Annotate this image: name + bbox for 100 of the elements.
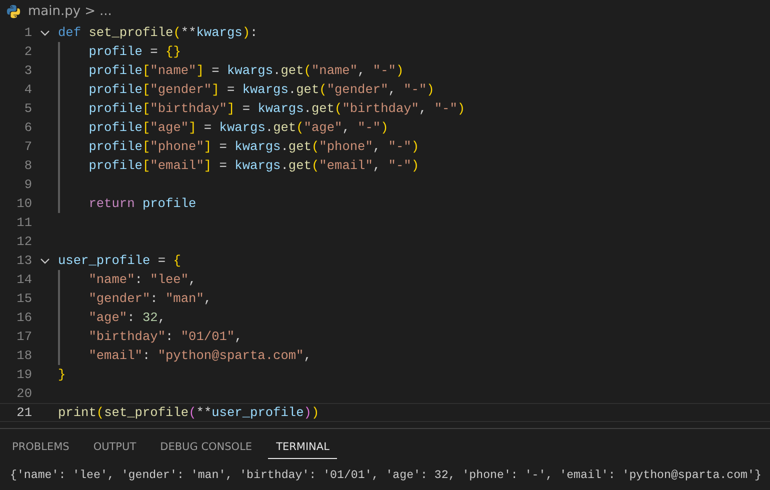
line-number: 1 <box>23 25 32 40</box>
operator: : <box>250 25 258 40</box>
operator: , <box>358 63 366 78</box>
operator: , <box>234 329 242 344</box>
chevron-icon[interactable] <box>40 28 50 38</box>
bracket: ) <box>311 405 320 420</box>
line-number: 8 <box>23 158 32 173</box>
string-literal: "email" <box>88 348 142 363</box>
keyword: return <box>88 196 135 211</box>
operator: : <box>127 310 136 325</box>
variable-name: profile <box>88 101 142 116</box>
variable-name: profile <box>142 196 196 211</box>
bracket: ) <box>380 120 388 135</box>
chevron-icon[interactable] <box>40 256 50 266</box>
operator: , <box>372 139 382 154</box>
bracket: [ <box>142 82 150 97</box>
line-number: 10 <box>16 196 32 211</box>
operator: , <box>158 310 166 325</box>
bracket: ) <box>304 405 312 420</box>
variable-name: kwargs <box>219 120 266 135</box>
line-number: 6 <box>23 120 32 135</box>
line-number: 9 <box>23 177 32 192</box>
bracket: ( <box>173 25 181 40</box>
file-breadcrumb[interactable]: main.py <box>28 4 81 18</box>
breadcrumb-separator: > <box>84 4 96 18</box>
function-name: get <box>288 158 312 173</box>
operator: . <box>288 82 296 97</box>
bracket: {} <box>166 44 181 59</box>
string-literal: "email" <box>150 158 204 173</box>
string-literal: "birthday" <box>88 329 166 344</box>
line-number: 2 <box>23 44 32 59</box>
operator: . <box>265 120 274 135</box>
string-literal: "name" <box>88 272 135 287</box>
operator: = <box>149 44 159 59</box>
panel-tab[interactable]: OUTPUT <box>85 437 144 459</box>
string-literal: "-" <box>388 158 412 173</box>
variable-name: kwargs <box>234 158 281 173</box>
string-literal: "birthday" <box>342 101 419 116</box>
operator: = <box>218 139 228 154</box>
bracket: ] <box>204 139 212 154</box>
string-literal: "-" <box>372 63 396 78</box>
operator: , <box>204 291 212 306</box>
string-literal: "man" <box>166 291 204 306</box>
string-literal: "age" <box>150 120 189 135</box>
line-number: 14 <box>16 272 32 287</box>
line-number: 13 <box>16 253 32 268</box>
bracket: ( <box>319 82 327 97</box>
function-name: set_profile <box>104 405 189 420</box>
operator: , <box>342 120 351 135</box>
number-literal: 32 <box>142 310 158 325</box>
variable-name: kwargs <box>196 25 242 40</box>
keyword: def <box>58 25 82 40</box>
panel-tab[interactable]: DEBUG CONSOLE <box>152 437 260 459</box>
operator: , <box>372 158 382 173</box>
panel-tab[interactable]: TERMINAL <box>268 437 338 459</box>
variable-name: kwargs <box>242 82 288 97</box>
line-number: 19 <box>16 367 32 382</box>
bracket: [ <box>142 101 150 116</box>
variable-name: profile <box>88 158 142 173</box>
function-name: get <box>288 139 312 154</box>
bracket: ( <box>304 63 312 78</box>
operator: , <box>304 348 312 363</box>
function-name: get <box>296 82 320 97</box>
bracket: ) <box>242 25 250 40</box>
panel-tab[interactable]: PROBLEMS <box>4 437 78 459</box>
bracket: ] <box>212 82 220 97</box>
bracket: ] <box>188 120 196 135</box>
bracket: ) <box>457 101 466 116</box>
function-name: set_profile <box>88 25 174 40</box>
line-number: 11 <box>16 215 32 230</box>
bracket: ) <box>426 82 434 97</box>
variable-name: kwargs <box>258 101 304 116</box>
line-number: 3 <box>23 63 32 78</box>
string-literal: "gender" <box>326 82 388 97</box>
bracket: [ <box>142 63 150 78</box>
bracket: [ <box>142 139 150 154</box>
bracket: ( <box>311 158 320 173</box>
function-name: get <box>311 101 334 116</box>
string-literal: "birthday" <box>150 101 227 116</box>
bracket: [ <box>142 120 150 135</box>
bracket: } <box>58 367 66 382</box>
variable-name: profile <box>88 82 142 97</box>
line-number: 4 <box>23 82 32 97</box>
variable-name: kwargs <box>226 63 274 78</box>
operator: . <box>280 158 288 173</box>
string-literal: "email" <box>319 158 373 173</box>
operator: : <box>134 272 144 287</box>
string-literal: "gender" <box>150 82 212 97</box>
bracket: ( <box>296 120 304 135</box>
string-literal: "-" <box>388 139 412 154</box>
bracket: ( <box>334 101 342 116</box>
operator: , <box>418 101 428 116</box>
variable-name: profile <box>88 63 142 78</box>
bracket: ] <box>196 63 204 78</box>
line-number: 21 <box>16 405 32 420</box>
bracket: { <box>173 253 181 268</box>
terminal-output: {'name': 'lee', 'gender': 'man', 'birthday': '01/01', 'age': 32, 'phone': '-', 'email': 'python@sparta.com'} <box>9 468 762 482</box>
operator: . <box>304 101 312 116</box>
line-number: 18 <box>16 348 32 363</box>
breadcrumb-more[interactable]: ... <box>99 4 112 18</box>
